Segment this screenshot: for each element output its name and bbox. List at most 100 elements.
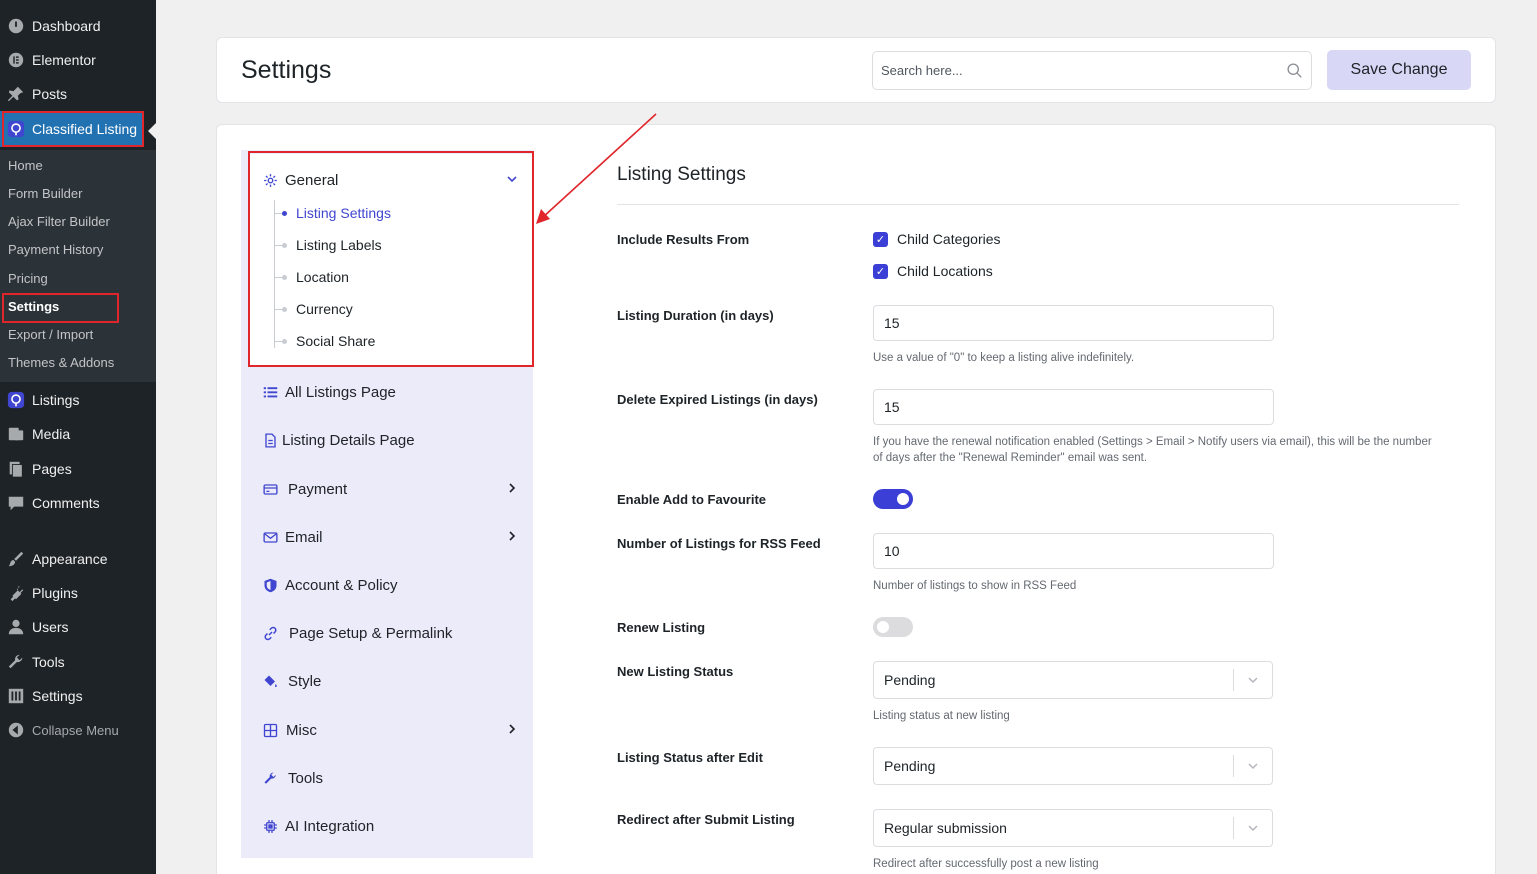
tree-dot	[282, 243, 287, 248]
new-listing-status-select[interactable]: Pending	[873, 661, 1273, 699]
checkbox-child-locations[interactable]: ✓ Child Locations	[873, 263, 993, 279]
gear-icon	[263, 173, 285, 188]
nav-label: Style	[288, 673, 322, 690]
wrench-icon	[0, 653, 32, 671]
chevron-right-icon[interactable]	[506, 481, 518, 497]
select-value: Pending	[884, 672, 936, 688]
classified-listing-icon	[0, 120, 32, 138]
nav-label: Listing Details Page	[282, 432, 415, 449]
paint-bucket-icon	[263, 674, 288, 689]
chevron-right-icon[interactable]	[506, 529, 518, 545]
nav-account-policy[interactable]: Account & Policy	[263, 577, 398, 594]
tree-line	[274, 200, 275, 348]
document-icon	[263, 433, 282, 448]
menu-tools[interactable]: Tools	[0, 645, 156, 679]
menu-label: Posts	[32, 86, 68, 102]
nav-page-setup-permalink[interactable]: Page Setup & Permalink	[263, 625, 452, 642]
pages-icon	[0, 460, 32, 478]
checkbox-child-categories[interactable]: ✓ Child Categories	[873, 231, 1001, 247]
chevron-right-icon[interactable]	[506, 722, 518, 738]
nav-general[interactable]: General	[263, 172, 338, 189]
redirect-after-submit-select[interactable]: Regular submission	[873, 809, 1273, 847]
nav-ai-integration[interactable]: AI Integration	[263, 818, 374, 835]
link-icon	[263, 626, 289, 641]
active-dot	[282, 211, 287, 216]
nav-email[interactable]: Email	[263, 529, 323, 546]
submenu-export-import[interactable]: Export / Import	[8, 325, 93, 345]
menu-label: Comments	[32, 495, 100, 511]
status-after-edit-select[interactable]: Pending	[873, 747, 1273, 785]
menu-posts[interactable]: Posts	[0, 77, 156, 111]
nav-social-share[interactable]: Social Share	[296, 333, 375, 349]
nav-listing-labels[interactable]: Listing Labels	[296, 237, 382, 253]
rss-feed-input[interactable]: 10	[873, 533, 1274, 569]
listing-duration-input[interactable]: 15	[873, 305, 1274, 341]
nav-all-listings-page[interactable]: All Listings Page	[263, 384, 396, 401]
nav-payment[interactable]: Payment	[263, 481, 347, 498]
menu-elementor[interactable]: Elementor	[0, 43, 156, 77]
elementor-icon	[0, 51, 32, 69]
menu-comments[interactable]: Comments	[0, 486, 156, 520]
nav-style[interactable]: Style	[263, 673, 321, 690]
menu-label: Plugins	[32, 585, 78, 601]
submenu-form-builder[interactable]: Form Builder	[8, 184, 82, 204]
nav-label: Email	[285, 529, 323, 546]
nav-currency[interactable]: Currency	[296, 301, 353, 317]
select-value: Regular submission	[884, 820, 1007, 836]
submenu-settings[interactable]: Settings	[8, 297, 59, 317]
nav-tools[interactable]: Tools	[263, 770, 323, 787]
nav-location[interactable]: Location	[296, 269, 349, 285]
chevron-down-icon[interactable]	[506, 172, 518, 188]
menu-label: Tools	[32, 654, 65, 670]
classified-listing-submenu: Home Form Builder Ajax Filter Builder Pa…	[0, 150, 156, 382]
submenu-pricing[interactable]: Pricing	[8, 269, 48, 289]
list-icon	[263, 385, 285, 400]
field-label: New Listing Status	[617, 664, 734, 679]
nav-misc[interactable]: Misc	[263, 722, 317, 739]
favourite-toggle[interactable]	[873, 489, 913, 509]
submenu-themes-addons[interactable]: Themes & Addons	[8, 353, 114, 373]
renew-toggle[interactable]	[873, 617, 913, 637]
menu-plugins[interactable]: Plugins	[0, 576, 156, 610]
nav-listing-details-page[interactable]: Listing Details Page	[263, 432, 415, 449]
menu-label: Users	[32, 619, 69, 635]
field-label: Number of Listings for RSS Feed	[617, 536, 821, 551]
section-heading: Listing Settings	[617, 164, 746, 185]
menu-listings[interactable]: Listings	[0, 383, 156, 417]
brush-icon	[0, 550, 32, 568]
collapse-icon	[0, 721, 32, 739]
nav-label: Account & Policy	[285, 577, 398, 594]
save-change-button[interactable]: Save Change	[1327, 50, 1471, 90]
checkmark-icon: ✓	[873, 263, 888, 279]
help-text: Use a value of "0" to keep a listing ali…	[873, 352, 1135, 364]
menu-dashboard[interactable]: Dashboard	[0, 9, 156, 43]
submenu-home[interactable]: Home	[8, 156, 43, 176]
field-label: Renew Listing	[617, 620, 706, 635]
help-text: If you have the renewal notification ena…	[873, 436, 1432, 448]
nav-label: Page Setup & Permalink	[289, 625, 453, 642]
nav-label: All Listings Page	[285, 384, 396, 401]
delete-expired-input[interactable]: 15	[873, 389, 1274, 425]
nav-listing-settings[interactable]: Listing Settings	[296, 205, 391, 221]
search-icon	[1286, 62, 1303, 79]
menu-label: Listings	[32, 392, 80, 408]
page-title: Settings	[241, 56, 332, 84]
help-text: of days after the "Renewal Reminder" ema…	[873, 452, 1148, 464]
nav-label: Payment	[288, 481, 348, 498]
menu-settings[interactable]: Settings	[0, 679, 156, 713]
menu-appearance[interactable]: Appearance	[0, 542, 156, 576]
submenu-ajax-filter-builder[interactable]: Ajax Filter Builder	[8, 212, 110, 232]
comments-icon	[0, 494, 32, 512]
grid-icon	[263, 723, 286, 738]
submenu-payment-history[interactable]: Payment History	[8, 240, 103, 260]
collapse-menu-button[interactable]: Collapse Menu	[0, 713, 156, 747]
menu-classified-listing[interactable]: Classified Listing	[0, 111, 143, 147]
menu-users[interactable]: Users	[0, 610, 156, 644]
menu-pages[interactable]: Pages	[0, 452, 156, 486]
menu-media[interactable]: Media	[0, 417, 156, 451]
settings-icon	[0, 687, 32, 705]
menu-label: Media	[32, 426, 71, 442]
search-input[interactable]: Search here...	[872, 51, 1312, 90]
nav-label: Misc	[286, 722, 317, 739]
nav-label: General	[285, 172, 339, 189]
